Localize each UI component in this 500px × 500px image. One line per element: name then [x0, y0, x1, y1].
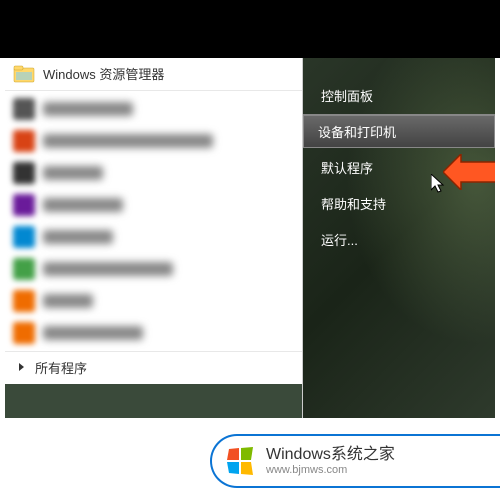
all-programs[interactable]: 所有程序	[5, 351, 302, 384]
menu-label: 帮助和支持	[321, 194, 386, 213]
start-menu-right-panel: 控制面板 设备和打印机 默认程序 帮助和支持 运行...	[303, 58, 495, 418]
pinned-programs-blurred	[5, 91, 302, 351]
app-icon	[13, 98, 35, 120]
menu-label: 运行...	[321, 230, 358, 249]
list-item[interactable]	[5, 285, 302, 317]
menu-control-panel[interactable]: 控制面板	[307, 78, 491, 112]
explorer-icon	[13, 63, 35, 85]
window-top-strip	[0, 0, 500, 58]
program-label: Windows 资源管理器	[43, 64, 164, 83]
watermark: Windows系统之家 www.bjmws.com	[210, 434, 500, 488]
arrow-right-icon	[17, 359, 27, 377]
watermark-text: Windows系统之家 www.bjmws.com	[266, 446, 395, 476]
app-label-blurred	[43, 134, 213, 148]
start-menu: Windows 资源管理器 所有程序 控制面板 设备和打印机 默认程序 帮助和支…	[5, 58, 495, 418]
app-icon	[13, 130, 35, 152]
list-item[interactable]	[5, 253, 302, 285]
app-label-blurred	[43, 198, 123, 212]
menu-label: 控制面板	[321, 86, 373, 105]
menu-label: 默认程序	[321, 158, 373, 177]
list-item[interactable]	[5, 93, 302, 125]
list-item[interactable]	[5, 125, 302, 157]
start-menu-left-panel: Windows 资源管理器 所有程序	[5, 58, 303, 418]
app-label-blurred	[43, 326, 143, 340]
app-icon	[13, 290, 35, 312]
app-icon	[13, 322, 35, 344]
watermark-title: Windows系统之家	[266, 446, 395, 464]
annotation-arrow-icon	[443, 154, 495, 195]
app-label-blurred	[43, 262, 173, 276]
watermark-url: www.bjmws.com	[266, 464, 395, 476]
app-icon	[13, 194, 35, 216]
list-item[interactable]	[5, 317, 302, 349]
app-icon	[13, 162, 35, 184]
list-item[interactable]	[5, 189, 302, 221]
app-label-blurred	[43, 166, 103, 180]
all-programs-label: 所有程序	[35, 358, 87, 377]
list-item[interactable]	[5, 157, 302, 189]
app-label-blurred	[43, 294, 93, 308]
menu-devices-printers[interactable]: 设备和打印机	[303, 114, 495, 148]
app-label-blurred	[43, 102, 133, 116]
search-area[interactable]	[5, 384, 302, 418]
app-label-blurred	[43, 230, 113, 244]
app-icon	[13, 226, 35, 248]
menu-label: 设备和打印机	[318, 122, 396, 141]
list-item[interactable]	[5, 221, 302, 253]
app-icon	[13, 258, 35, 280]
menu-run[interactable]: 运行...	[307, 222, 491, 256]
program-windows-explorer[interactable]: Windows 资源管理器	[5, 58, 302, 91]
windows-logo-icon	[222, 443, 258, 479]
